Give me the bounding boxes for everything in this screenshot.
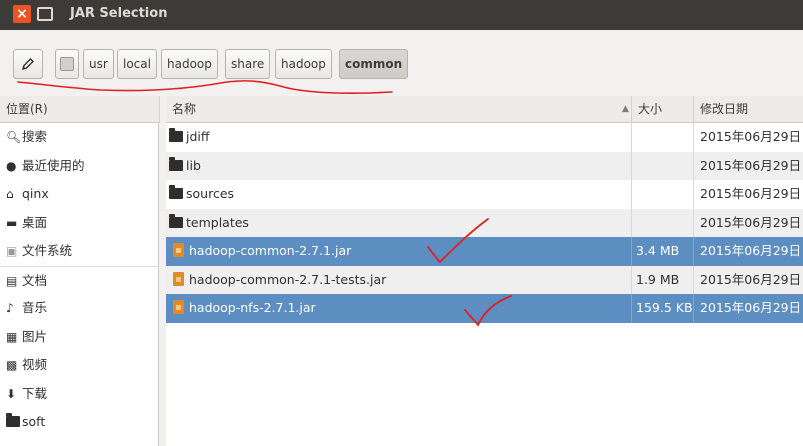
file-size	[632, 123, 694, 152]
jar-file-icon	[173, 271, 184, 286]
file-size	[632, 180, 694, 209]
file-name: templates	[186, 214, 249, 230]
root-drive-button[interactable]	[55, 49, 79, 79]
folder-icon	[6, 408, 22, 437]
close-window-button[interactable]: ×	[13, 5, 31, 23]
folder-icon	[169, 156, 183, 171]
file-name: sources	[186, 186, 235, 201]
jar-file-icon	[173, 243, 184, 257]
drive-icon: ▣	[6, 244, 18, 258]
file-date: 2015年06月29日	[700, 129, 802, 144]
file-list: jdiff 2015年06月29日 lib 2015年06月29日 source…	[166, 123, 803, 446]
folder-icon	[169, 128, 183, 142]
music-icon: ♪	[6, 301, 14, 315]
file-row[interactable]: jdiff 2015年06月29日	[166, 123, 803, 152]
file-row-selected[interactable]: hadoop-common-2.7.1.jar 3.4 MB 2015年06月2…	[166, 237, 803, 266]
jar-file-icon	[173, 300, 184, 314]
file-size: 1.9 MB	[632, 265, 694, 294]
desktop-icon: ▬	[6, 215, 18, 230]
path-bar: usr local hadoop share hadoop common	[0, 30, 803, 96]
name-column-header[interactable]: 名称 ▲	[166, 96, 632, 123]
places-header[interactable]: 位置(R)	[0, 96, 160, 123]
file-date: 2015年06月29日	[700, 243, 802, 258]
folder-icon	[169, 185, 183, 199]
file-size	[632, 208, 694, 237]
crumb-hadoop[interactable]: hadoop	[161, 49, 218, 79]
place-pictures[interactable]: ▦ 图片	[0, 323, 158, 352]
sort-ascending-icon: ▲	[622, 104, 629, 114]
place-music[interactable]: ♪ 音乐	[0, 294, 158, 323]
place-search[interactable]: 🔍︎搜索	[0, 123, 158, 152]
maximize-window-button[interactable]	[37, 7, 53, 21]
place-videos[interactable]: ▩ 视频	[0, 351, 158, 380]
place-recent[interactable]: ● 最近使用的	[0, 152, 158, 181]
recent-icon: ●	[6, 158, 17, 173]
file-row[interactable]: hadoop-common-2.7.1-tests.jar 1.9 MB 201…	[166, 265, 803, 294]
place-desktop[interactable]: ▬ 桌面	[0, 209, 158, 238]
file-size: 159.5 KB	[632, 294, 694, 323]
date-column-header[interactable]: 修改日期	[694, 96, 803, 123]
size-column-header[interactable]: 大小	[632, 96, 694, 123]
file-date: 2015年06月29日	[700, 214, 802, 230]
home-icon: ⌂	[6, 187, 14, 201]
places-sidebar: 🔍︎搜索 ● 最近使用的 ⌂ qinx ▬ 桌面 ▣ 文件系统 ▤ 文档 ♪ 音乐 ▦ 图片 …	[0, 123, 159, 446]
file-date: 2015年06月29日	[700, 300, 802, 315]
file-date: 2015年06月29日	[700, 157, 802, 173]
crumb-common[interactable]: common	[339, 49, 409, 79]
place-documents[interactable]: ▤ 文档	[0, 265, 158, 295]
name-column-label: 名称	[172, 102, 197, 116]
file-size: 3.4 MB	[632, 237, 694, 266]
drive-icon	[60, 57, 74, 71]
crumb-hadoop-2[interactable]: hadoop	[275, 49, 332, 79]
file-date: 2015年06月29日	[700, 186, 802, 201]
pencil-icon	[21, 58, 34, 71]
file-row[interactable]: lib 2015年06月29日	[166, 151, 803, 180]
file-date: 2015年06月29日	[700, 271, 802, 287]
search-icon: 🔍︎	[6, 130, 22, 144]
place-home[interactable]: ⌂ qinx	[0, 180, 158, 209]
file-name: jdiff	[186, 129, 210, 144]
file-size	[632, 151, 694, 180]
file-name: hadoop-common-2.7.1-tests.jar	[189, 271, 387, 287]
pictures-icon: ▦	[6, 329, 18, 344]
crumb-usr[interactable]: usr	[83, 49, 114, 79]
file-row[interactable]: sources 2015年06月29日	[166, 180, 803, 209]
place-filesystem[interactable]: ▣ 文件系统	[0, 237, 158, 266]
file-name: hadoop-nfs-2.7.1.jar	[189, 300, 316, 315]
folder-icon	[169, 213, 183, 228]
window-title: JAR Selection	[70, 6, 168, 21]
file-name: hadoop-common-2.7.1.jar	[189, 243, 352, 258]
file-row[interactable]: templates 2015年06月29日	[166, 208, 803, 237]
title-bar: × JAR Selection	[0, 0, 803, 30]
file-name: lib	[186, 157, 201, 173]
documents-icon: ▤	[6, 273, 18, 288]
crumb-share[interactable]: share	[225, 49, 271, 79]
place-downloads[interactable]: ⬇ 下载	[0, 380, 158, 409]
place-soft[interactable]: soft	[0, 408, 158, 437]
crumb-local[interactable]: local	[117, 49, 157, 79]
file-row-selected[interactable]: hadoop-nfs-2.7.1.jar 159.5 KB 2015年06月29…	[166, 294, 803, 323]
edit-location-button[interactable]	[13, 49, 43, 79]
video-icon: ▩	[6, 358, 18, 372]
download-icon: ⬇	[6, 386, 17, 401]
